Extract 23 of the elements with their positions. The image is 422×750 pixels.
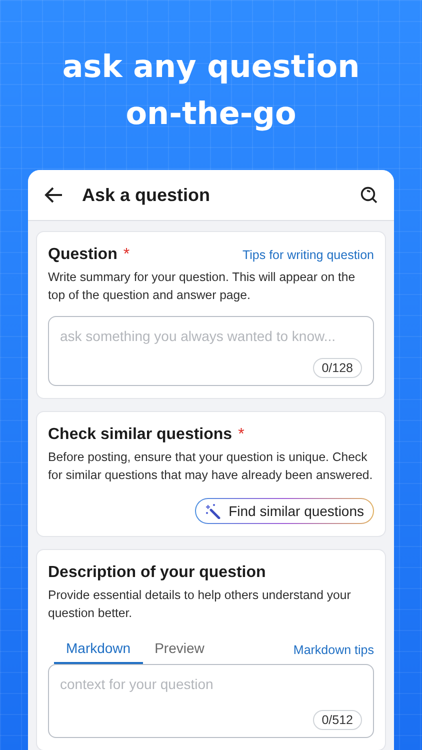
- search-icon[interactable]: [360, 186, 378, 204]
- markdown-tips-link[interactable]: Markdown tips: [293, 643, 374, 664]
- required-mark: *: [123, 246, 130, 264]
- section-title: Description of your question: [48, 564, 266, 582]
- find-similar-button[interactable]: Find similar questions: [194, 498, 374, 524]
- section-description: Provide essential details to help others understand your question better.: [48, 587, 352, 622]
- section-title: Check similar questions: [48, 426, 232, 444]
- editor-tab[interactable]: Markdown: [54, 636, 143, 664]
- character-counter: 0/128: [312, 358, 362, 378]
- required-mark: *: [238, 426, 244, 444]
- section-title: Question: [48, 246, 118, 264]
- section-description: Before posting, ensure that your question is unique. Check for similar questions that may have already been answered.: [48, 449, 374, 484]
- text-field[interactable]: ask something you always wanted to know...: [60, 328, 362, 344]
- headline: on-the-go: [126, 95, 296, 134]
- section-description: Write summary for your question. This will appear on the top of the question and answer page.: [48, 269, 356, 304]
- text-field[interactable]: context for your question: [60, 676, 362, 692]
- headline: ask any question: [62, 48, 360, 87]
- character-counter: 0/512: [312, 710, 362, 730]
- tips-link[interactable]: Tips for writing question: [242, 248, 374, 262]
- magic-wand-icon: [204, 503, 221, 519]
- editor-tab[interactable]: Preview: [142, 636, 216, 664]
- screen-title: Ask a question: [82, 184, 212, 206]
- back-arrow-icon[interactable]: [44, 185, 64, 205]
